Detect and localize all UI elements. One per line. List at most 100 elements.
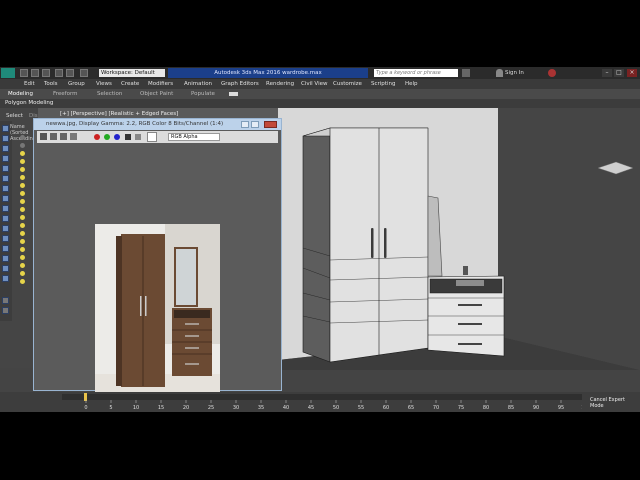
timeline-tick-label: 45	[308, 405, 314, 411]
sort-icon[interactable]	[2, 307, 9, 314]
new-file-icon[interactable]	[20, 69, 28, 77]
filter-spacewarps-icon[interactable]	[2, 185, 9, 192]
ribbon-options-icon[interactable]	[229, 92, 238, 96]
image-viewer-maximize-button[interactable]	[251, 121, 259, 128]
object-visibility-icon[interactable]	[20, 223, 25, 228]
layer-explorer-icon[interactable]	[2, 297, 9, 304]
menu-scripting[interactable]: Scripting	[371, 80, 395, 88]
object-visibility-icon[interactable]	[20, 159, 25, 164]
menu-group[interactable]: Group	[68, 80, 85, 88]
menu-views[interactable]: Views	[96, 80, 112, 88]
timeline-tick-label: 10	[133, 405, 139, 411]
print-image-icon[interactable]	[60, 133, 67, 140]
filter-bones-icon[interactable]	[2, 215, 9, 222]
filter-shapes-icon[interactable]	[2, 145, 9, 152]
menu-tools[interactable]: Tools	[44, 80, 58, 88]
object-visibility-icon[interactable]	[20, 199, 25, 204]
app-logo-icon[interactable]	[1, 68, 15, 78]
dresser-books	[456, 280, 484, 286]
object-visibility-icon[interactable]	[20, 191, 25, 196]
mono-icon[interactable]	[135, 134, 141, 140]
image-viewer-close-button[interactable]	[264, 121, 277, 128]
menu-modifiers[interactable]: Modifiers	[148, 80, 173, 88]
ribbon-tabs: Modeling Freeform Selection Object Paint…	[0, 89, 640, 99]
object-visibility-icon[interactable]	[20, 135, 25, 140]
object-visibility-icon[interactable]	[20, 255, 25, 260]
object-visibility-icon[interactable]	[20, 263, 25, 268]
object-visibility-icon[interactable]	[20, 279, 25, 284]
menu-rendering[interactable]: Rendering	[266, 80, 294, 88]
search-input[interactable]: Type a keyword or phrase	[374, 69, 458, 77]
filter-all-icon[interactable]	[2, 255, 9, 262]
menu-edit[interactable]: Edit	[24, 80, 35, 88]
tab-object-paint[interactable]: Object Paint	[140, 90, 173, 98]
time-slider[interactable]: 0 5 10 15 20 25 30 35 40 45 50 55 60 65 70 75 80 85 90 95 10…	[0, 392, 640, 412]
undo-icon[interactable]	[55, 69, 63, 77]
clear-image-icon[interactable]	[70, 133, 77, 140]
menu-civil-view[interactable]: Civil View	[301, 80, 327, 88]
tab-freeform[interactable]: Freeform	[53, 90, 78, 98]
save-file-icon[interactable]	[42, 69, 50, 77]
filter-invert-icon[interactable]	[2, 275, 9, 282]
redo-icon[interactable]	[66, 69, 74, 77]
polygon-modeling-label[interactable]: Polygon Modeling	[5, 100, 53, 107]
filter-xrefs-icon[interactable]	[2, 205, 9, 212]
timeline-ticks: 0 5 10 15 20 25 30 35 40 45 50 55 60 65 70 75 80 85 90 95 10…	[84, 400, 582, 411]
object-visibility-icon[interactable]	[20, 183, 25, 188]
menu-customize[interactable]: Customize	[333, 80, 362, 88]
project-folder-icon[interactable]	[80, 69, 88, 77]
expert-mode-button[interactable]: Cancel Expert Mode	[590, 397, 640, 409]
object-visibility-icon[interactable]	[20, 207, 25, 212]
object-visibility-icon[interactable]	[20, 247, 25, 252]
photo-dresser-shelf	[174, 310, 210, 318]
maximize-button[interactable]: □	[614, 69, 624, 77]
explorer-select-menu[interactable]: Select	[6, 113, 23, 119]
sign-in-link[interactable]: Sign In	[505, 69, 524, 77]
timeline-tick-label: 100	[581, 405, 582, 411]
menu-animation[interactable]: Animation	[184, 80, 212, 88]
blue-channel-icon[interactable]	[114, 134, 120, 140]
tab-modeling[interactable]: Modeling	[8, 90, 33, 98]
channel-dropdown[interactable]: RGB Alpha	[168, 133, 220, 141]
reference-photo-image	[95, 224, 220, 400]
filter-lights-icon[interactable]	[2, 155, 9, 162]
object-visibility-icon[interactable]	[20, 271, 25, 276]
close-button[interactable]: ×	[627, 69, 637, 77]
save-image-icon[interactable]	[40, 133, 47, 140]
wardrobe-side	[302, 127, 331, 363]
object-visibility-icon[interactable]	[20, 239, 25, 244]
alpha-channel-icon[interactable]	[125, 134, 131, 140]
image-viewer-minimize-button[interactable]	[241, 121, 249, 128]
green-channel-icon[interactable]	[104, 134, 110, 140]
timeline-tick-label: 80	[483, 405, 489, 411]
background-color-swatch[interactable]	[147, 132, 157, 142]
object-visibility-icon[interactable]	[20, 175, 25, 180]
tab-selection[interactable]: Selection	[97, 90, 122, 98]
object-visibility-icon[interactable]	[20, 151, 25, 156]
timeline-tick-label: 50	[333, 405, 339, 411]
red-channel-icon[interactable]	[94, 134, 100, 140]
copy-image-icon[interactable]	[50, 133, 57, 140]
menu-graph-editors[interactable]: Graph Editors	[221, 80, 259, 88]
object-visibility-icon[interactable]	[20, 231, 25, 236]
workspace-dropdown[interactable]: Workspace: Default	[99, 69, 165, 77]
menu-help[interactable]: Help	[405, 80, 418, 88]
filter-groups-icon[interactable]	[2, 195, 9, 202]
filter-helpers-icon[interactable]	[2, 175, 9, 182]
object-visibility-icon[interactable]	[20, 167, 25, 172]
filter-hidden-icon[interactable]	[2, 245, 9, 252]
menu-create[interactable]: Create	[121, 80, 139, 88]
filter-cameras-icon[interactable]	[2, 165, 9, 172]
filter-none-icon[interactable]	[2, 265, 9, 272]
filter-geometry-icon[interactable]	[2, 135, 9, 142]
object-visibility-icon[interactable]	[20, 215, 25, 220]
filter-frozen-icon[interactable]	[2, 235, 9, 242]
help-icon[interactable]	[548, 69, 556, 77]
filter-containers-icon[interactable]	[2, 225, 9, 232]
object-visibility-icon[interactable]	[20, 143, 25, 148]
tab-populate[interactable]: Populate	[191, 90, 215, 98]
binoculars-icon[interactable]	[462, 69, 470, 77]
open-file-icon[interactable]	[31, 69, 39, 77]
filter-icon[interactable]	[2, 125, 9, 132]
minimize-button[interactable]: –	[602, 69, 612, 77]
